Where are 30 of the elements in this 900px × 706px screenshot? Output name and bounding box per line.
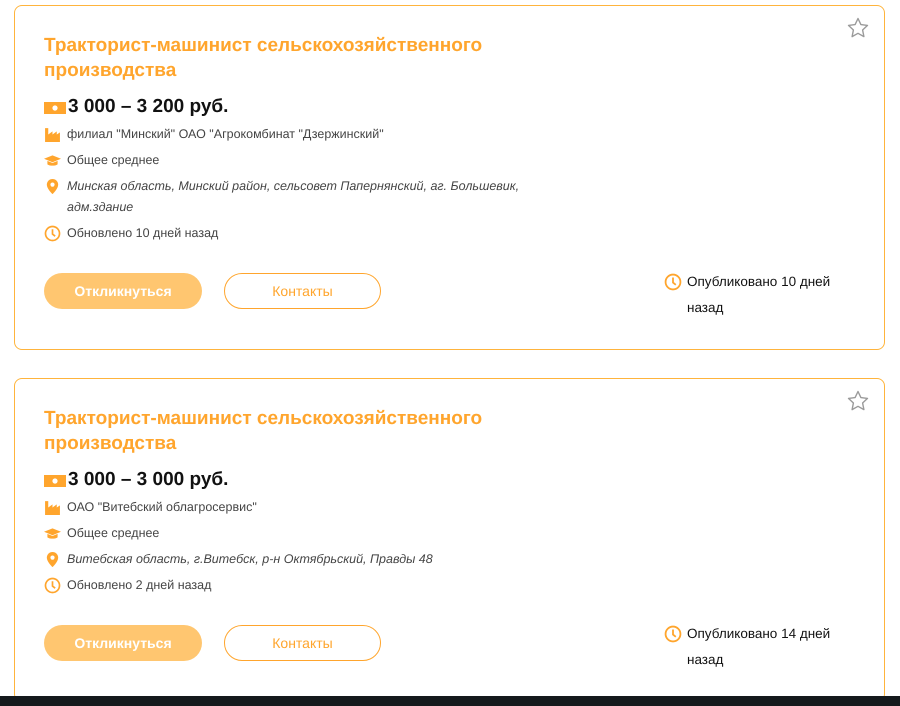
detail-text: Общее среднее (67, 525, 160, 542)
location-pin-icon (44, 551, 61, 568)
vacancy-title[interactable]: Тракторист-машинист сельскохозяйственного производства (44, 33, 514, 83)
salary: 3 000 – 3 200 руб. (68, 96, 228, 118)
clock-icon (44, 577, 61, 594)
detail-text: Общее среднее (67, 152, 160, 169)
clock-icon (44, 225, 61, 242)
vacancy-title[interactable]: Тракторист-машинист сельскохозяйственного производства (44, 406, 514, 456)
apply-button[interactable]: Откликнуться (44, 273, 202, 309)
detail-text: Обновлено 2 дней назад (67, 577, 212, 594)
star-icon[interactable] (846, 16, 870, 40)
clock-icon (664, 625, 682, 643)
factory-icon (44, 499, 61, 516)
star-icon[interactable] (846, 389, 870, 413)
factory-icon (44, 126, 61, 143)
published-date: Опубликовано 14 дней назад (687, 625, 832, 669)
detail-text: Обновлено 10 дней назад (67, 225, 218, 242)
detail-text: Минская область, Минский район, сельсовет Папернянский, аг. Большевик, адм.здание (67, 178, 520, 216)
contacts-button[interactable]: Контакты (224, 625, 381, 661)
money-icon (44, 100, 66, 114)
location-pin-icon (44, 178, 61, 195)
money-icon (44, 473, 66, 487)
detail-text: Витебская область, г.Витебск, р-н Октябрьский, Правды 48 (67, 551, 433, 568)
detail-text: филиал "Минский" ОАО "Агрокомбинат "Дзержинский" (67, 126, 384, 143)
clock-icon (664, 273, 682, 291)
apply-button[interactable]: Откликнуться (44, 625, 202, 661)
published-date: Опубликовано 10 дней назад (687, 273, 832, 317)
salary: 3 000 – 3 000 руб. (68, 469, 228, 491)
detail-text: ОАО "Витебский облагросервис" (67, 499, 257, 516)
contacts-button[interactable]: Контакты (224, 273, 381, 309)
